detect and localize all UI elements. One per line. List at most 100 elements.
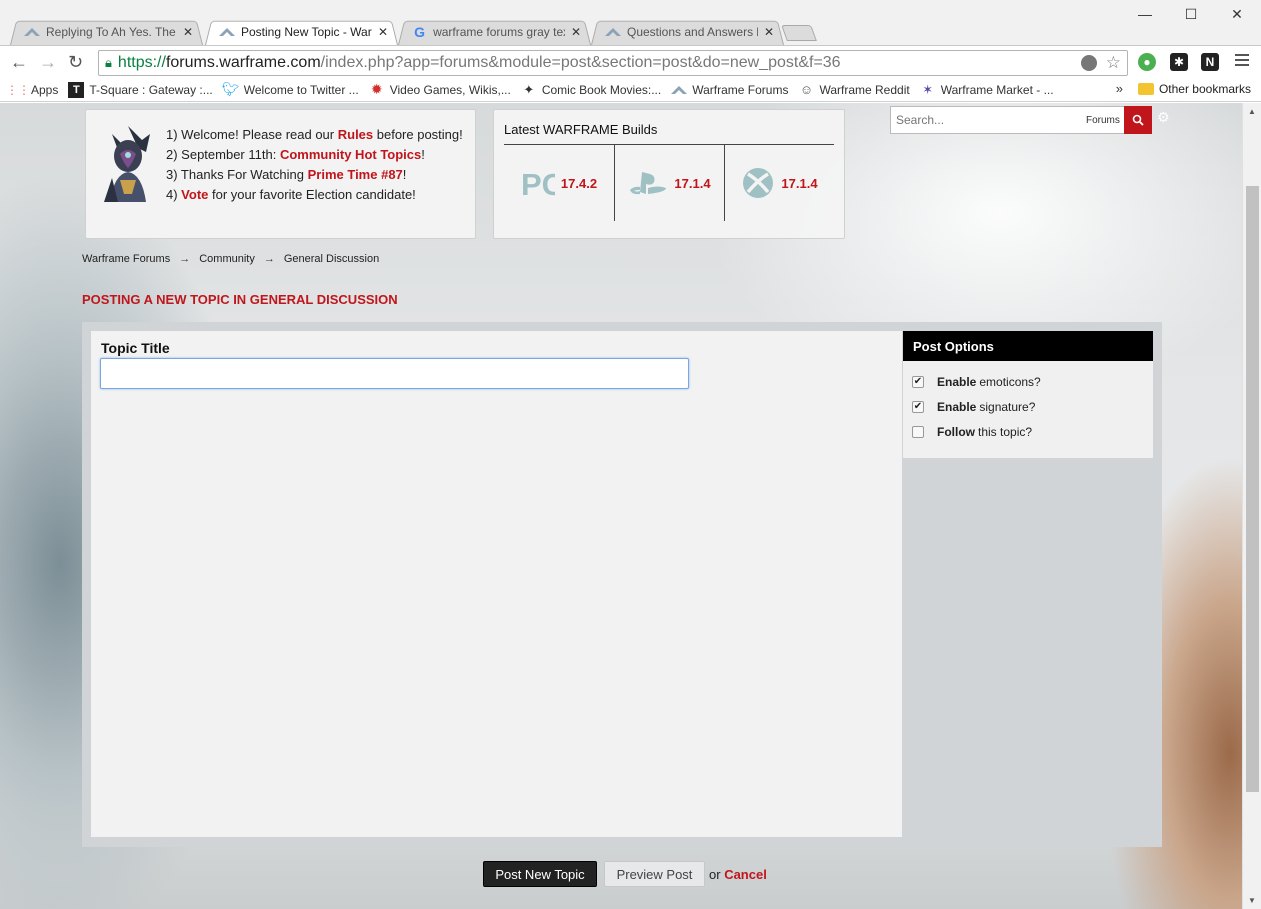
bookmark-comic-book-movies[interactable]: ✦ Comic Book Movies:... xyxy=(521,82,661,98)
bookmark-label: Apps xyxy=(31,82,59,97)
option-follow-topic[interactable]: Follow this topic? xyxy=(903,419,1153,444)
url-host: forums.warframe.com xyxy=(165,54,321,71)
lock-icon: 🔒︎ xyxy=(105,55,112,70)
announcement-item: 4) Vote for your favorite Election candi… xyxy=(166,187,416,202)
bookmark-label: Warframe Market - ... xyxy=(940,82,1054,97)
breadcrumb-warframe-forums[interactable]: Warframe Forums xyxy=(82,253,170,265)
tab-replying[interactable]: Replying To Ah Yes. The Fr ✕ xyxy=(10,19,203,45)
other-bookmarks-label: Other bookmarks xyxy=(1158,82,1251,96)
rules-link[interactable]: Rules xyxy=(338,127,373,142)
option-label-bold: Enable xyxy=(937,374,977,389)
page-scrollbar[interactable]: ▲ ▼ xyxy=(1242,103,1261,909)
breadcrumb: Warframe Forums → Community → General Di… xyxy=(82,253,379,265)
build-playstation: 17.1.4 xyxy=(614,145,724,221)
announcement-item: 2) September 11th: Community Hot Topics! xyxy=(166,147,425,162)
extension-n-icon[interactable]: N xyxy=(1201,53,1219,71)
forward-arrow-icon[interactable]: → xyxy=(39,52,57,73)
bookmarks-bar: ⋮⋮ Apps T T-Square : Gateway :... 🐦︎ Wel… xyxy=(0,78,1261,102)
scroll-down-arrow-icon[interactable]: ▼ xyxy=(1248,896,1256,905)
playstation-logo-icon xyxy=(630,172,667,195)
close-tab-icon[interactable]: ✕ xyxy=(183,25,193,39)
bookmark-twitter[interactable]: 🐦︎ Welcome to Twitter ... xyxy=(221,81,359,98)
bookmark-label: Warframe Forums xyxy=(692,82,789,97)
search-scope[interactable]: Forums xyxy=(1086,115,1120,126)
post-new-topic-button[interactable]: Post New Topic xyxy=(483,861,597,887)
bookmark-label: Comic Book Movies:... xyxy=(541,82,662,97)
extension-asterisk-icon[interactable]: ✱ xyxy=(1170,53,1188,71)
bookmark-apps[interactable]: ⋮⋮ Apps xyxy=(6,82,59,98)
wikia-icon: ✹ xyxy=(370,81,383,97)
bookmark-star-icon[interactable]: ☆ xyxy=(1106,53,1121,73)
bookmarks-overflow-chevron[interactable]: » xyxy=(1116,81,1123,96)
breadcrumb-general-discussion[interactable]: General Discussion xyxy=(284,253,379,265)
svg-text:PC: PC xyxy=(521,168,555,198)
extension-green-icon[interactable]: ● xyxy=(1138,53,1156,71)
minimize-icon[interactable]: — xyxy=(1135,6,1155,22)
option-label-bold: Enable xyxy=(937,399,977,414)
bookmark-warframe-forums[interactable]: Warframe Forums xyxy=(671,82,788,98)
vote-link[interactable]: Vote xyxy=(181,187,208,202)
tab-questions-answers[interactable]: Questions and Answers bu ✕ xyxy=(591,19,784,45)
option-label: this topic? xyxy=(978,424,1033,439)
preview-post-button[interactable]: Preview Post xyxy=(604,861,705,887)
build-xbox: 17.1.4 xyxy=(724,145,834,221)
chrome-menu-icon[interactable] xyxy=(1235,54,1249,69)
bookmark-label: Welcome to Twitter ... xyxy=(243,82,359,97)
tab-posting-new-topic[interactable]: Posting New Topic - Warfr ✕ xyxy=(205,19,398,45)
reddit-icon: ☺ xyxy=(799,82,814,97)
option-enable-emoticons[interactable]: ✔ Enable emoticons? xyxy=(903,369,1153,394)
gear-icon[interactable]: ⚙ xyxy=(1157,109,1170,126)
bookmark-warframe-reddit[interactable]: ☺ Warframe Reddit xyxy=(798,82,910,98)
back-arrow-icon[interactable]: ← xyxy=(10,52,28,73)
search-input[interactable] xyxy=(896,113,1076,127)
close-tab-icon[interactable]: ✕ xyxy=(571,25,581,39)
cancel-area: or Cancel xyxy=(709,867,767,882)
topic-title-label: Topic Title xyxy=(101,340,170,356)
scroll-up-arrow-icon[interactable]: ▲ xyxy=(1248,107,1256,116)
or-text: or xyxy=(709,867,721,882)
bookmark-warframe-market[interactable]: ✶ Warframe Market - ... xyxy=(920,82,1054,98)
announcement-item: 3) Thanks For Watching Prime Time #87! xyxy=(166,167,407,182)
prime-time-link[interactable]: Prime Time #87 xyxy=(308,167,403,182)
browser-toolbar: ← → ↻ 🔒︎ https://forums.warframe.com/ind… xyxy=(0,45,1261,78)
close-window-icon[interactable]: ✕ xyxy=(1227,6,1247,23)
tab-title: Posting New Topic - Warfr xyxy=(241,25,372,39)
xbox-logo-icon xyxy=(743,168,774,198)
tab-google-search[interactable]: G warframe forums gray tex ✕ xyxy=(398,19,591,45)
topic-title-input[interactable] xyxy=(100,358,689,389)
reload-icon[interactable]: ↻ xyxy=(68,52,83,73)
search-button[interactable] xyxy=(1124,106,1152,134)
page-title: POSTING A NEW TOPIC IN GENERAL DISCUSSIO… xyxy=(82,292,398,307)
post-options-header: Post Options xyxy=(903,331,1153,361)
warframe-character-avatar xyxy=(104,126,150,202)
bookmark-tsquare[interactable]: T T-Square : Gateway :... xyxy=(68,81,213,98)
close-tab-icon[interactable]: ✕ xyxy=(378,25,388,39)
warframe-icon xyxy=(671,82,688,98)
community-hot-topics-link[interactable]: Community Hot Topics xyxy=(280,147,421,162)
topic-editor-area: Topic Title xyxy=(91,331,902,837)
warframe-favicon-icon xyxy=(24,24,40,40)
address-bar[interactable]: 🔒︎ https://forums.warframe.com/index.php… xyxy=(98,50,1128,76)
twitter-bird-icon: 🐦︎ xyxy=(221,81,240,97)
option-label: emoticons? xyxy=(979,374,1041,389)
forum-search: Forums xyxy=(890,106,1152,134)
lightbulb-icon[interactable] xyxy=(1081,55,1097,71)
follow-checkbox[interactable] xyxy=(912,425,924,438)
new-tab-button[interactable] xyxy=(781,25,817,41)
latest-builds-box: Latest WARFRAME Builds PC 17.4.2 17.1.4 … xyxy=(493,109,845,239)
option-enable-signature[interactable]: ✔ Enable signature? xyxy=(903,394,1153,419)
maximize-icon[interactable]: ☐ xyxy=(1181,6,1201,23)
google-g-icon: G xyxy=(414,24,425,40)
cancel-link[interactable]: Cancel xyxy=(724,867,767,882)
bookmark-wikia[interactable]: ✹ Video Games, Wikis,... xyxy=(369,81,511,98)
breadcrumb-community[interactable]: Community xyxy=(199,253,255,265)
scrollbar-thumb[interactable] xyxy=(1246,186,1259,792)
signature-checkbox[interactable]: ✔ xyxy=(912,400,924,413)
close-tab-icon[interactable]: ✕ xyxy=(764,25,774,39)
url-path: /index.php?app=forums&module=post&sectio… xyxy=(320,54,841,71)
url-scheme: https:// xyxy=(117,54,166,71)
other-bookmarks[interactable]: Other bookmarks xyxy=(1137,82,1251,96)
tab-title: Questions and Answers bu xyxy=(627,25,758,39)
build-pc: PC 17.4.2 xyxy=(504,145,614,221)
emoticons-checkbox[interactable]: ✔ xyxy=(912,375,924,388)
